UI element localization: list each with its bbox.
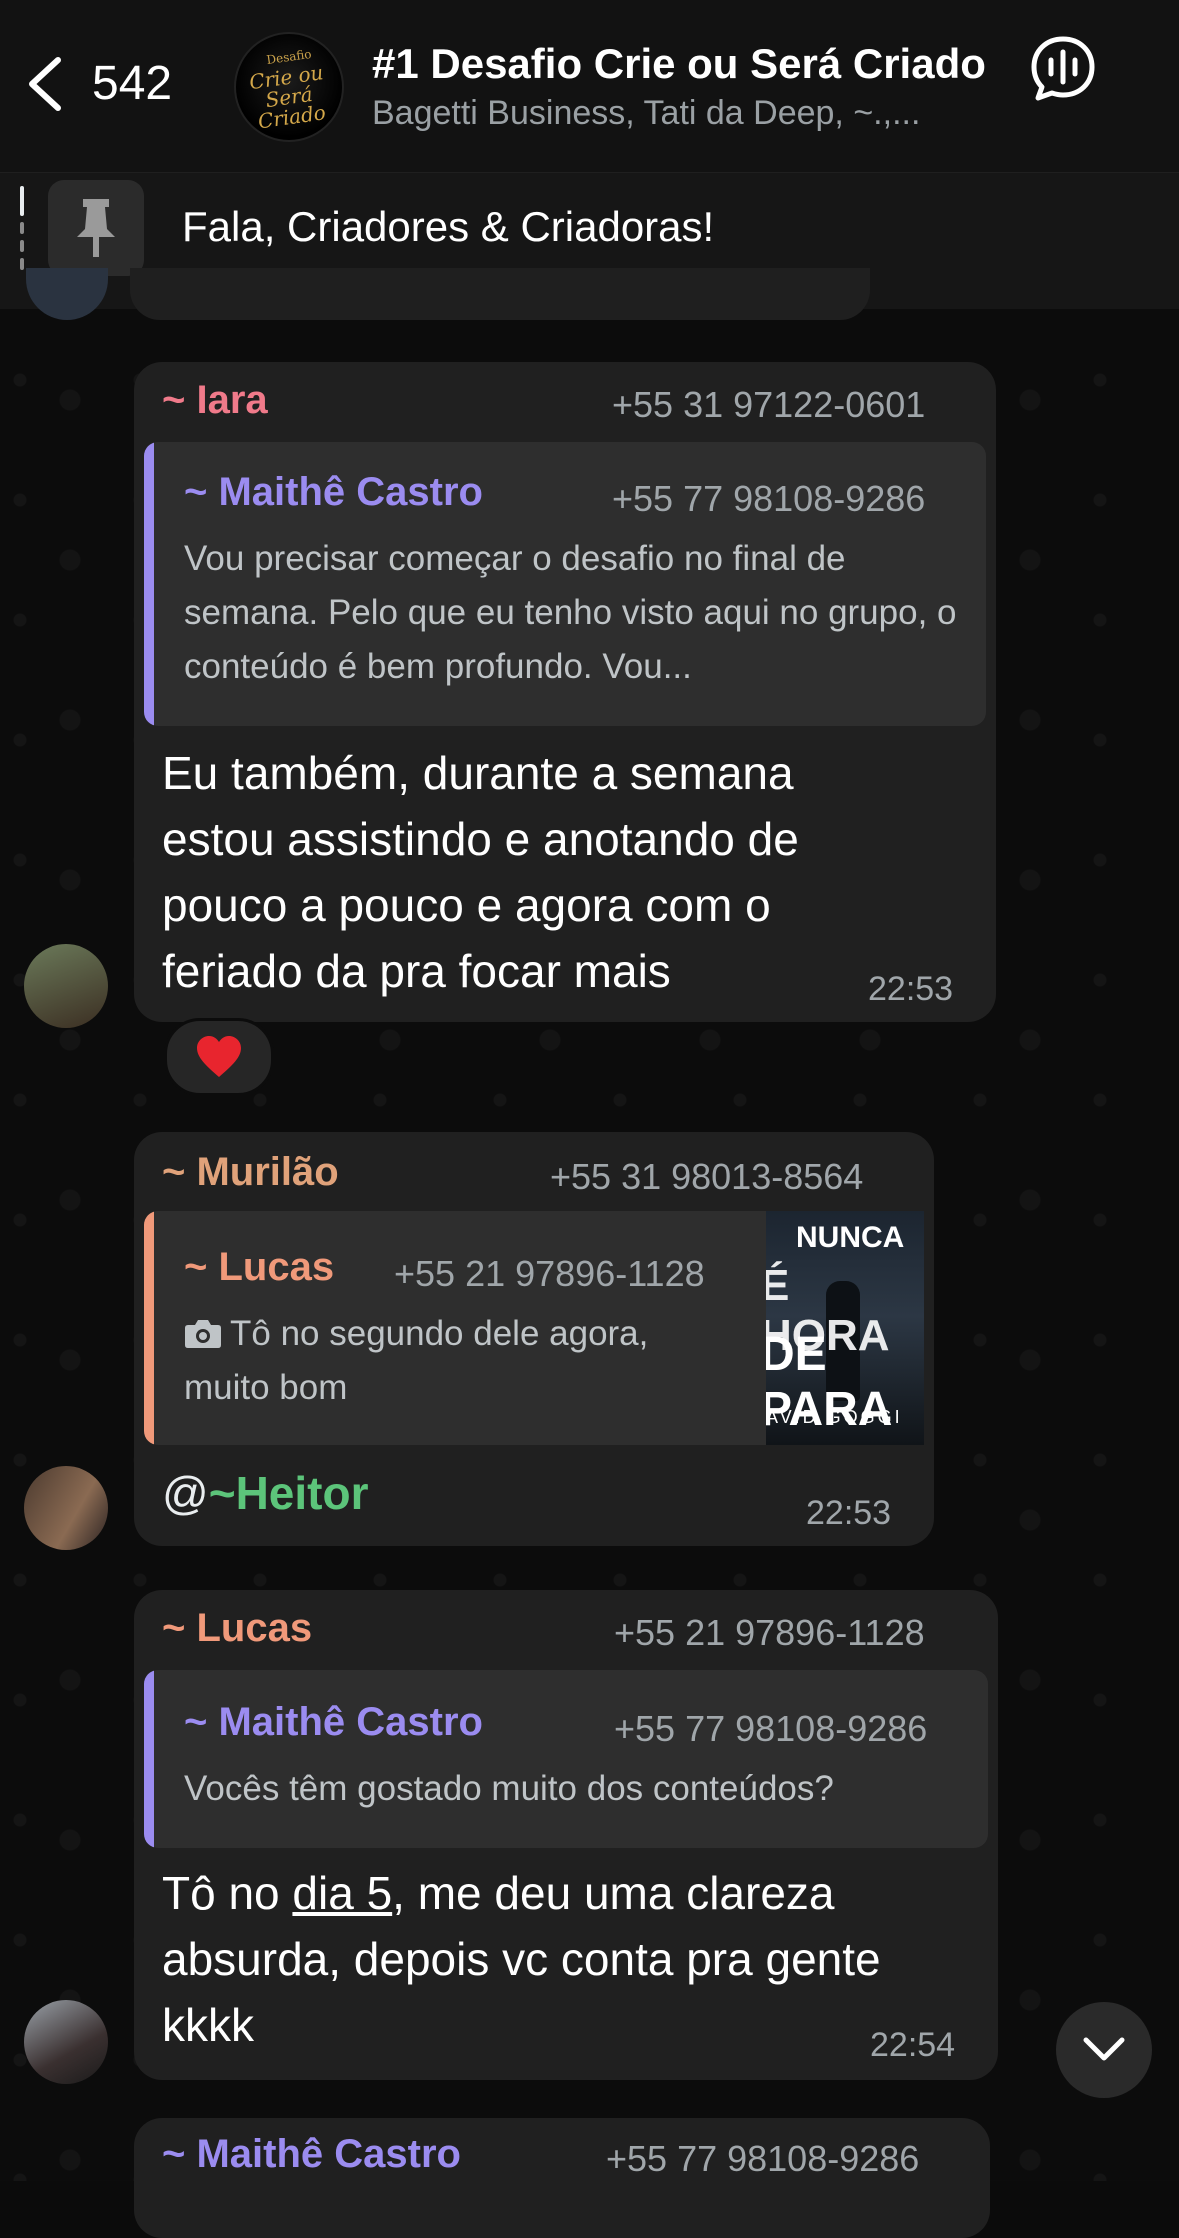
message-text: Tô no dia 5, me deu uma clareza absurda,…: [162, 1860, 982, 2058]
mention-text[interactable]: @~Heitor: [162, 1460, 368, 1526]
quote-bar: [144, 442, 154, 726]
avatar[interactable]: [24, 2000, 108, 2084]
message-line: kkkk: [162, 1999, 254, 2051]
message-time: 22:53: [806, 1494, 892, 1532]
sender-name[interactable]: ~ Lucas: [162, 1606, 312, 1651]
message-text: Eu também, durante a semana estou assist…: [162, 740, 962, 1004]
sender-name[interactable]: ~ Murilão: [162, 1150, 339, 1195]
message-time: 22:54: [870, 2026, 956, 2064]
message-bubble-partial: [130, 268, 870, 320]
reaction-badge[interactable]: [164, 1018, 274, 1096]
message-line: estou assistindo e anotando de: [162, 813, 799, 865]
chat-header: 542 Desafio Crie ou Será Criado #1 Desaf…: [0, 0, 1179, 172]
voice-chat-icon: [1031, 36, 1095, 101]
quote-text: Tô no segundo dele agora, muito bom: [184, 1307, 744, 1415]
message-line: feriado da pra focar mais: [162, 945, 671, 997]
group-title[interactable]: #1 Desafio Crie ou Será Criado: [372, 40, 986, 88]
message-line: Eu também, durante a semana: [162, 747, 794, 799]
scroll-down-button[interactable]: [1056, 2002, 1152, 2098]
sender-phone: +55 31 97122-0601: [612, 384, 926, 425]
quote-sender: ~ Maithê Castro: [184, 470, 483, 514]
quoted-message[interactable]: ~ Maithê Castro +55 77 98108-9286 Vou pr…: [144, 442, 986, 726]
quote-text-line: Tô no segundo dele agora,: [230, 1314, 649, 1353]
message-line: absurda, depois vc conta pra gente: [162, 1933, 881, 1985]
thumb-text: AVID GOGGI: [766, 1407, 903, 1427]
message-time: 22:53: [868, 970, 954, 1008]
group-avatar[interactable]: Desafio Crie ou Será Criado: [234, 32, 344, 142]
unread-count[interactable]: 542: [92, 52, 172, 116]
pinned-indicator: [20, 186, 26, 276]
back-button[interactable]: [22, 52, 68, 116]
mention-prefix: @: [162, 1467, 209, 1519]
quote-sender: ~ Lucas: [184, 1245, 335, 1289]
quote-phone: +55 77 98108-9286: [612, 478, 926, 519]
message-fragment: , me deu uma clareza: [392, 1867, 835, 1919]
quoted-message[interactable]: ~ Maithê Castro +55 77 98108-9286 Vocês …: [144, 1670, 988, 1848]
sender-phone: +55 31 98013-8564: [550, 1156, 864, 1197]
sender-name[interactable]: ~ Iara: [162, 378, 268, 423]
camera-icon: [185, 1320, 221, 1348]
chevron-down-icon: [1083, 2037, 1125, 2061]
avatar-text-main: Crie ou Será Criado: [247, 60, 328, 134]
pinned-text[interactable]: Fala, Criadores & Criadoras!: [182, 203, 714, 251]
quote-thumbnail[interactable]: NUNCA É HORA DE PARA AVID GOGGI: [766, 1211, 924, 1445]
quote-text-line: muito bom: [184, 1368, 348, 1407]
message-line: pouco a pouco e agora com o: [162, 879, 771, 931]
message-fragment: Tô no: [162, 1867, 293, 1919]
sender-phone: +55 21 97896-1128: [614, 1612, 925, 1653]
thumb-text: NUNCA: [796, 1221, 905, 1254]
group-members[interactable]: Bagetti Business, Tati da Deep, ~.,...: [372, 94, 920, 133]
sender-name[interactable]: ~ Maithê Castro: [162, 2132, 461, 2177]
avatar[interactable]: [24, 944, 108, 1028]
voice-chat-button[interactable]: [1028, 34, 1098, 104]
quote-bar: [144, 1670, 154, 1848]
date-link[interactable]: dia 5: [292, 1867, 392, 1919]
avatar[interactable]: [24, 1466, 108, 1550]
quote-text: Vocês têm gostado muito dos conteúdos?: [184, 1769, 834, 1808]
quote-text: Vou precisar começar o desafio no final …: [184, 539, 957, 686]
quote-sender: ~ Maithê Castro: [184, 1700, 483, 1744]
quote-phone: +55 21 97896-1128: [394, 1253, 705, 1294]
chevron-left-icon: [29, 57, 61, 111]
sender-phone: +55 77 98108-9286: [606, 2138, 920, 2179]
quote-phone: +55 77 98108-9286: [614, 1708, 928, 1749]
pin-button[interactable]: [48, 180, 144, 276]
quote-line: Tô no segundo dele agora,: [184, 1307, 744, 1361]
message-line: Tô no dia 5, me deu uma clareza: [162, 1860, 982, 1926]
pin-icon: [77, 199, 115, 257]
heart-icon: [197, 1036, 241, 1077]
mention-link[interactable]: ~Heitor: [209, 1467, 369, 1519]
quote-bar: [144, 1211, 154, 1445]
